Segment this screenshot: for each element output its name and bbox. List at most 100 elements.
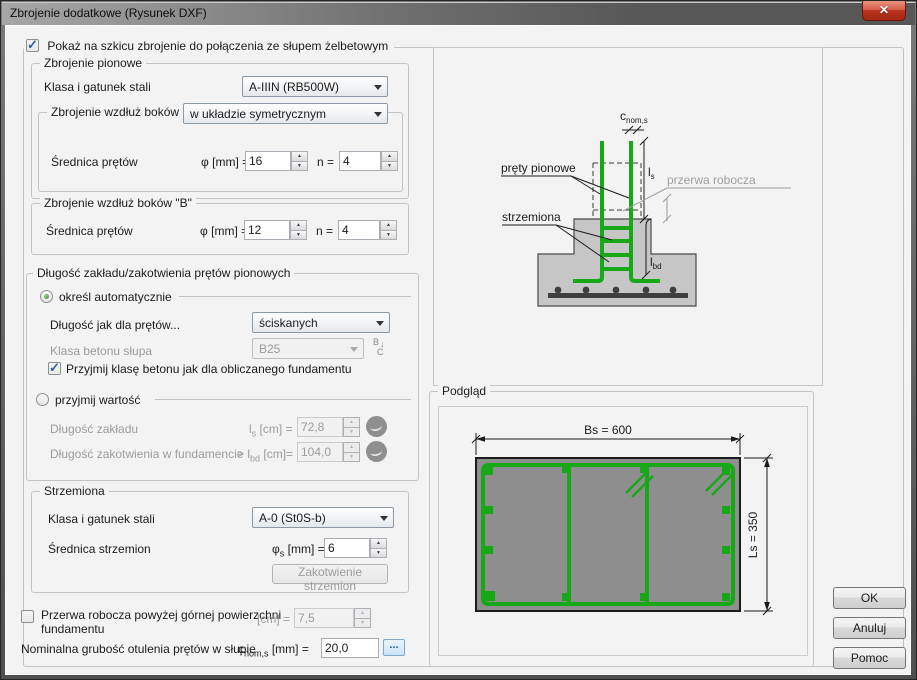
phi-label: φ [mm] = xyxy=(200,224,248,238)
steel-class-combo[interactable]: A-IIIN (RB500W) xyxy=(242,76,388,97)
svg-text:przerwa robocza: przerwa robocza xyxy=(667,173,756,187)
spin-down-button: ▼ xyxy=(354,619,371,629)
diameter-label: Średnica prętów xyxy=(46,224,133,238)
work-gap-label-line2: fundamentu xyxy=(41,622,104,636)
stirrup-phi-spinner: ▲▼ xyxy=(370,538,387,558)
lap-spinner: ▲▼ xyxy=(343,417,360,437)
spin-up-button[interactable]: ▲ xyxy=(291,151,308,162)
svg-text:Ls = 350: Ls = 350 xyxy=(746,511,760,558)
stirrups-title: Strzemiona xyxy=(40,484,109,498)
close-button[interactable]: ✕ xyxy=(862,1,906,21)
n-b-spinner: ▲▼ xyxy=(380,220,397,240)
stirrup-diameter-label: Średnica strzemion xyxy=(48,542,151,556)
concrete-class-combo: B25 xyxy=(252,338,364,359)
auto-radio[interactable] xyxy=(40,290,53,303)
anchor-value-field xyxy=(297,442,343,462)
svg-text:Bs = 600: Bs = 600 xyxy=(584,423,632,437)
section-preview: Bs = 600 Ls = 350 xyxy=(439,407,807,655)
stirrup-phi-field[interactable] xyxy=(324,538,370,558)
stirrup-steel-combo[interactable]: A-0 (St0S-b) xyxy=(252,507,394,528)
chevron-down-icon xyxy=(350,347,358,352)
n-label: n = xyxy=(317,155,334,169)
length-as-combo[interactable]: ściskanych xyxy=(252,312,390,333)
cover-symbol: cnom,s [mm] = xyxy=(238,642,309,660)
lap-symbol: ls [cm] = xyxy=(249,422,293,440)
length-as-label: Długość jak dla prętów... xyxy=(50,318,180,332)
stirrup-phi-symbol: φs [mm] = xyxy=(272,542,325,560)
sides-b-group: Zbrojenie wzdłuż boków "B" Średnica pręt… xyxy=(31,203,409,255)
work-gap-checkbox[interactable] xyxy=(21,610,34,623)
spin-down-button[interactable]: ▼ xyxy=(370,549,387,559)
chevron-down-icon xyxy=(376,321,384,326)
cover-label: Nominalna grubość otulenia prętów w słup… xyxy=(21,642,256,656)
calc-lap-button xyxy=(366,416,387,437)
help-button[interactable]: Pomoc xyxy=(833,647,906,669)
dialog-content: Pokaż na szkicu zbrojenie do połączenia … xyxy=(5,25,911,675)
phi-b-field[interactable] xyxy=(244,220,290,240)
preview-title: Podgląd xyxy=(438,384,490,398)
value-radio-label: przyjmij wartość xyxy=(55,393,140,407)
spin-up-button: ▲ xyxy=(354,608,371,619)
sides-l-group: Zbrojenie wzdłuż boków "L" w układzie sy… xyxy=(38,112,403,192)
assume-concrete-checkbox[interactable] xyxy=(48,362,61,375)
main-checkbox-row: Pokaż na szkicu zbrojenie do połączenia … xyxy=(24,38,394,54)
spin-up-button[interactable]: ▲ xyxy=(290,220,307,231)
work-gap-unit: [cm] = xyxy=(257,612,290,626)
spin-down-button[interactable]: ▼ xyxy=(291,162,308,172)
diameter-label: Średnica prętów xyxy=(51,155,138,169)
value-radio[interactable] xyxy=(36,393,49,406)
sketch-panel: cnom,s ls lbd pręty pionowe xyxy=(433,47,823,386)
anchor-spinner: ▲▼ xyxy=(343,442,360,462)
lap-length-title: Długość zakładu/zakotwienia prętów piono… xyxy=(33,266,294,280)
preview-canvas: Bs = 600 Ls = 350 xyxy=(438,406,808,656)
work-gap-field xyxy=(294,608,354,628)
concrete-class-label: Klasa betonu słupa xyxy=(50,344,152,358)
vertical-reinf-group: Zbrojenie pionowe Klasa i gatunek stali … xyxy=(31,63,409,199)
lap-length-label: Długość zakładu xyxy=(50,422,138,436)
chevron-down-icon xyxy=(374,112,382,117)
sides-b-title: Zbrojenie wzdłuż boków "B" xyxy=(40,196,196,210)
preview-group: Podgląd xyxy=(429,391,814,667)
phi-l-field[interactable] xyxy=(245,151,291,171)
n-l-field[interactable] xyxy=(339,151,381,171)
cancel-button[interactable]: Anuluj xyxy=(833,617,906,639)
steel-class-label: Klasa i gatunek stali xyxy=(44,80,151,94)
phi-b-spinner: ▲▼ xyxy=(290,220,307,240)
assume-concrete-label: Przyjmij klasę betonu jak dla obliczaneg… xyxy=(66,362,352,376)
spin-down-button[interactable]: ▼ xyxy=(290,231,307,241)
work-gap-spinner: ▲▼ xyxy=(354,608,371,628)
n-l-spinner: ▲▼ xyxy=(381,151,398,171)
window-title: Zbrojenie dodatkowe (Rysunek DXF) xyxy=(10,6,207,20)
svg-text:pręty pionowe: pręty pionowe xyxy=(501,161,576,175)
svg-text:ls: ls xyxy=(648,165,655,181)
spin-up-button[interactable]: ▲ xyxy=(370,538,387,549)
foundation-sketch: cnom,s ls lbd pręty pionowe xyxy=(434,48,822,385)
stirrup-steel-label: Klasa i gatunek stali xyxy=(48,512,155,526)
n-label: n = xyxy=(316,224,333,238)
divider xyxy=(179,296,411,297)
vertical-reinf-title: Zbrojenie pionowe xyxy=(40,56,146,70)
spin-down-button[interactable]: ▼ xyxy=(381,162,398,172)
ok-button[interactable]: OK xyxy=(833,587,906,609)
svg-text:cnom,s: cnom,s xyxy=(620,109,648,125)
auto-radio-label: określ automatycznie xyxy=(59,290,172,304)
anchor-length-label: Długość zakotwienia w fundamencie xyxy=(50,447,243,461)
anchor-symbol: > lbd [cm]= xyxy=(237,447,293,465)
n-b-field[interactable] xyxy=(338,220,380,240)
show-sketch-label: Pokaż na szkicu zbrojenie do połączenia … xyxy=(42,39,388,53)
spin-up-button: ▲ xyxy=(343,417,360,428)
lap-value-field xyxy=(297,417,343,437)
spin-down-button: ▼ xyxy=(343,428,360,438)
layout-combo[interactable]: w układzie symetrycznym xyxy=(183,103,388,124)
show-sketch-checkbox[interactable] xyxy=(26,39,39,52)
spin-up-button[interactable]: ▲ xyxy=(380,220,397,231)
spin-down-button[interactable]: ▼ xyxy=(380,231,397,241)
work-gap-label-line1: Przerwa robocza powyżej górnej powierzch… xyxy=(41,608,281,622)
spin-up-button[interactable]: ▲ xyxy=(381,151,398,162)
sides-l-title: Zbrojenie wzdłuż boków "L" xyxy=(47,105,202,119)
title-bar[interactable]: Zbrojenie dodatkowe (Rysunek DXF) xyxy=(2,2,915,25)
stirrups-group: Strzemiona Klasa i gatunek stali A-0 (St… xyxy=(31,491,409,593)
cover-more-button[interactable]: ... xyxy=(383,639,405,656)
phi-label: φ [mm] = xyxy=(201,155,249,169)
cover-field[interactable] xyxy=(321,638,379,658)
